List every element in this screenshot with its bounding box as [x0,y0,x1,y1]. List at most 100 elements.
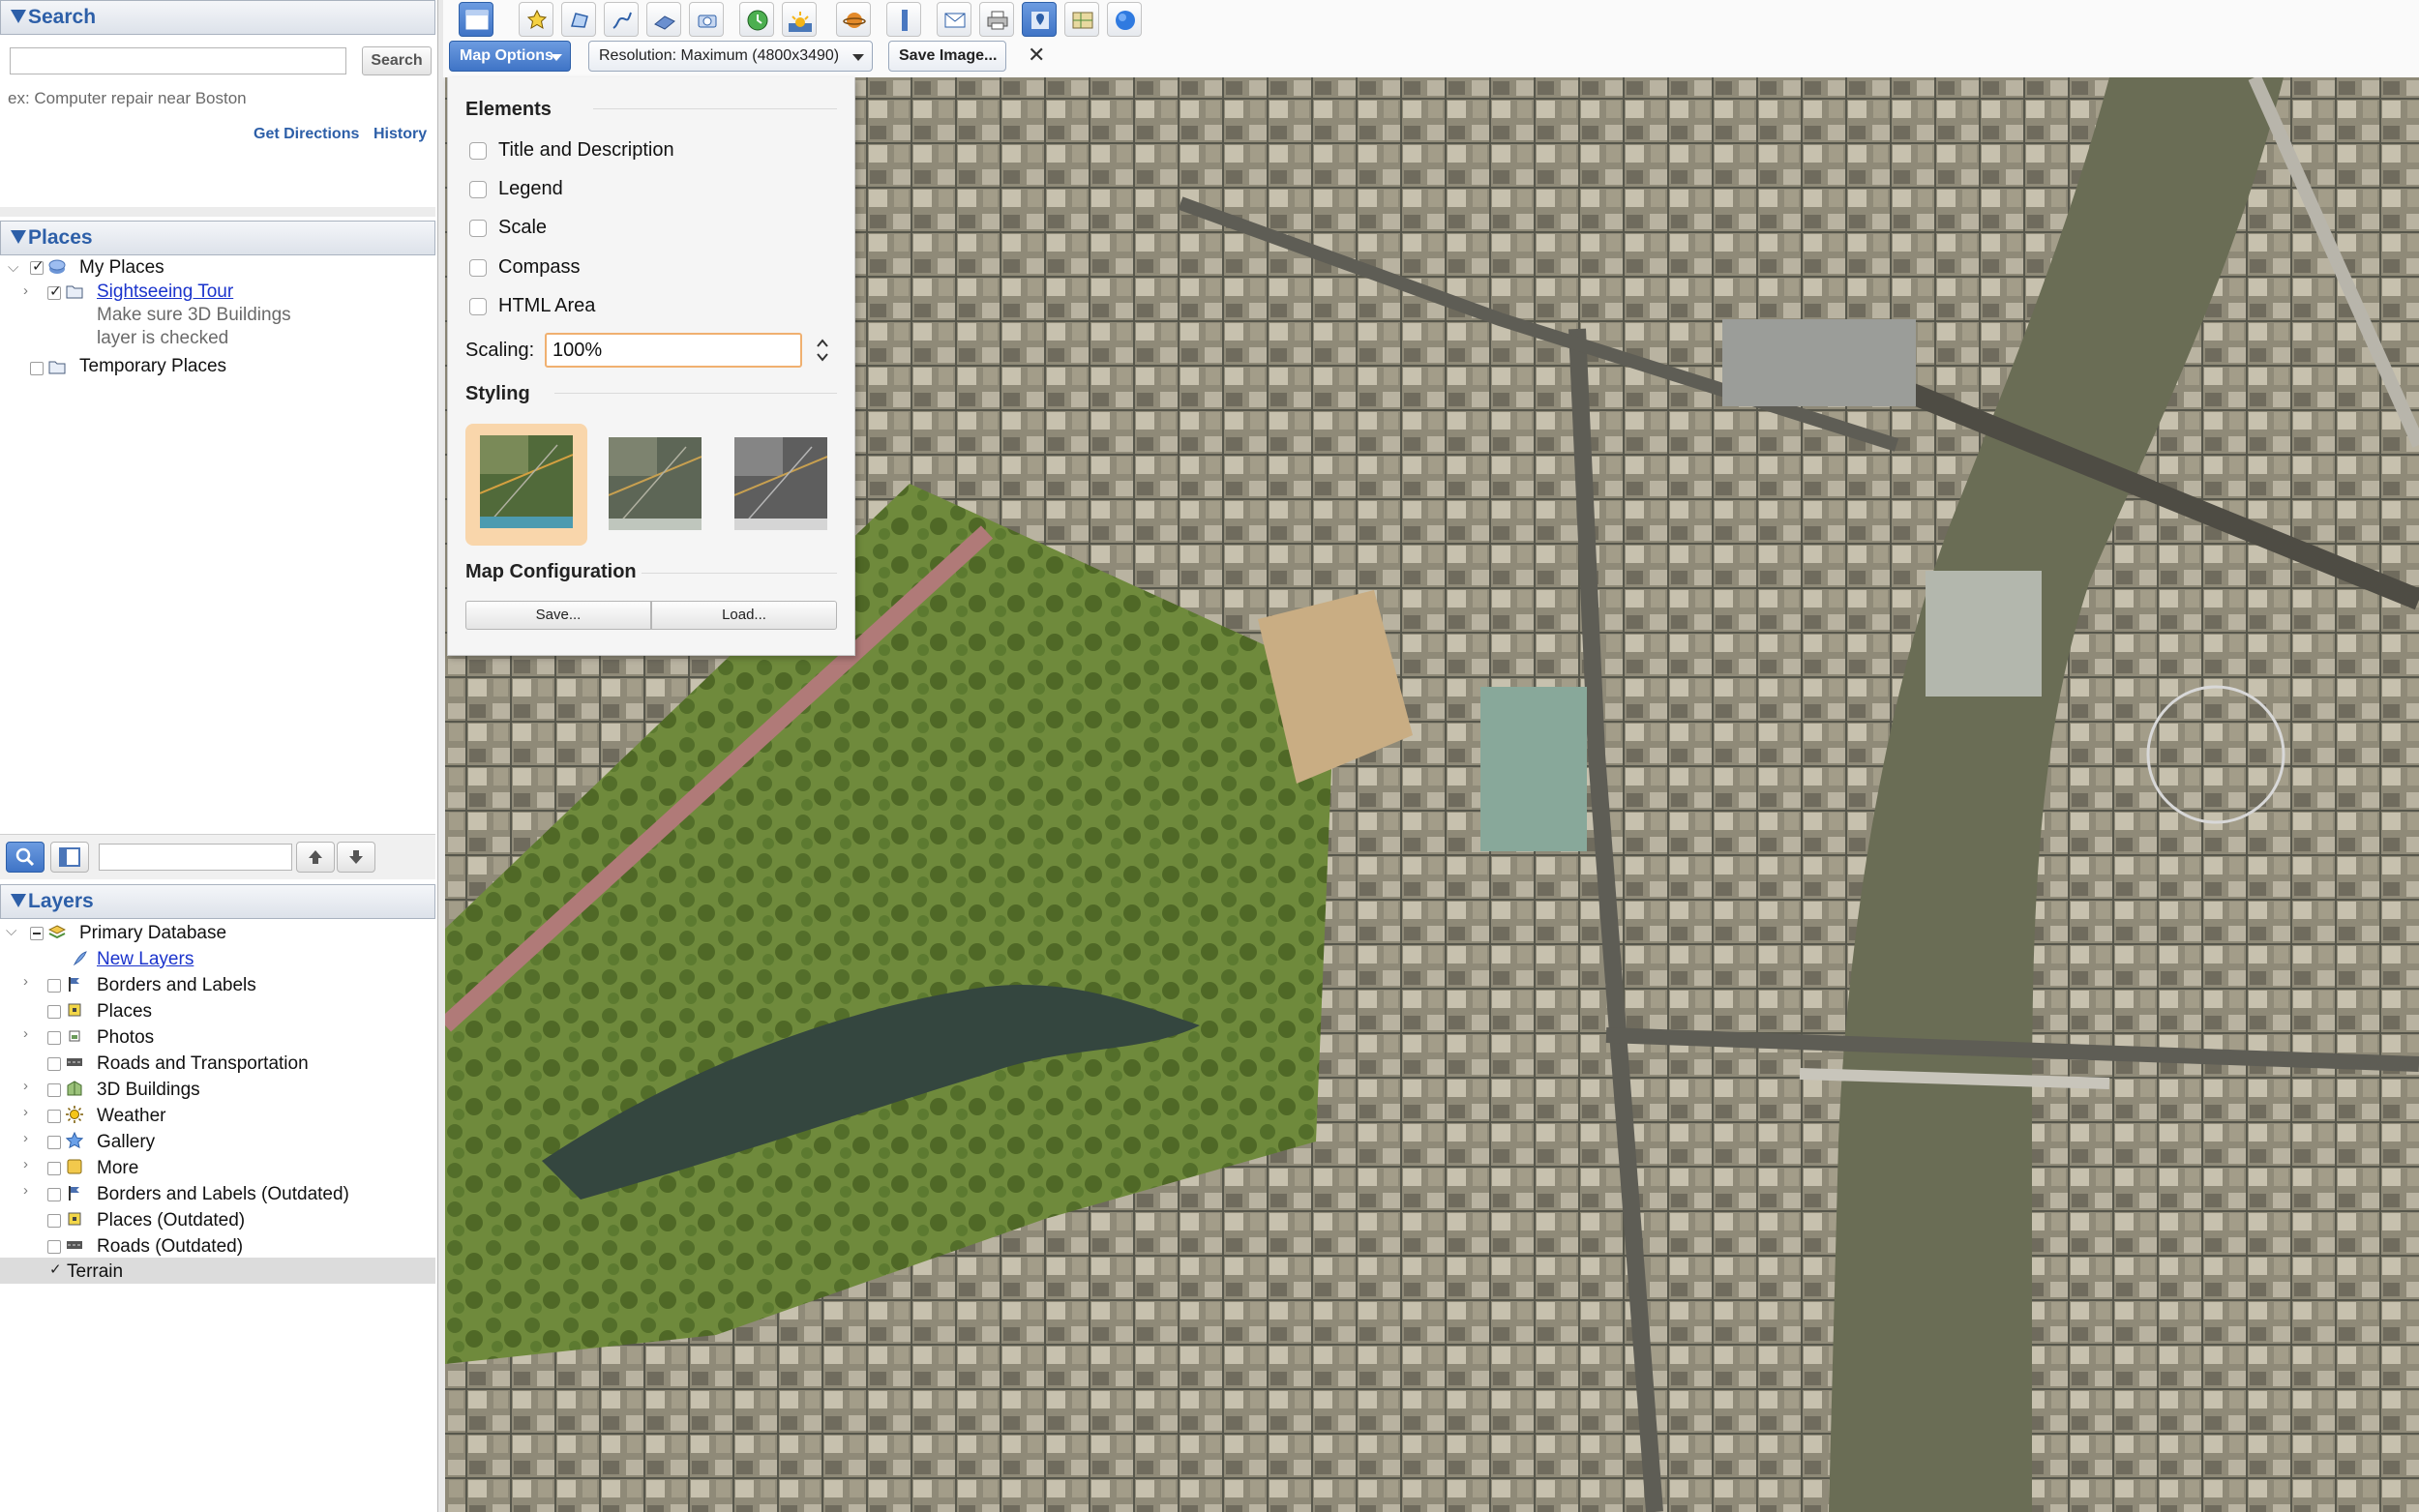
sightseeing-tour-checkbox[interactable] [47,282,62,300]
style-option-selected[interactable] [465,424,587,546]
compass-checkbox[interactable] [469,259,487,277]
places-panel-header[interactable]: Places [0,221,435,255]
layer-places-outdated[interactable]: Places (Outdated) [97,1210,245,1231]
search-places-button[interactable] [6,842,45,873]
scaling-stepper[interactable] [814,335,831,366]
html-area-checkbox[interactable] [469,298,487,315]
add-placemark-button[interactable] [519,2,553,37]
get-directions-link[interactable]: Get Directions [254,126,359,143]
title-description-checkbox[interactable] [469,142,487,160]
layer-checkbox[interactable] [47,1136,61,1149]
collapse-triangle-icon[interactable] [11,230,26,244]
layer-checkbox[interactable] [47,1240,61,1254]
chevron-right-icon[interactable]: › [23,1025,28,1042]
places-filter-input[interactable] [99,844,292,871]
collapse-triangle-icon[interactable] [11,10,26,23]
switch-planet-button[interactable] [836,2,871,37]
legend-checkbox[interactable] [469,181,487,198]
layer-3d-buildings[interactable]: 3D Buildings [97,1080,200,1101]
add-polygon-button[interactable] [561,2,596,37]
earth-gallery-button[interactable] [1107,2,1142,37]
layer-roads[interactable]: Roads and Transportation [97,1053,309,1075]
printer-icon [987,11,1008,30]
move-down-button[interactable] [337,842,375,873]
chevron-right-icon[interactable]: › [23,1078,28,1094]
close-icon[interactable]: ✕ [1028,43,1045,68]
sunlight-button[interactable] [782,2,817,37]
collapse-triangle-icon[interactable] [11,894,26,907]
search-button[interactable]: Search [362,46,432,75]
layer-borders-labels[interactable]: Borders and Labels [97,975,256,996]
grayscale-style-thumbnail[interactable] [734,437,827,530]
layer-roads-outdated[interactable]: Roads (Outdated) [97,1236,243,1258]
historical-imagery-button[interactable] [739,2,774,37]
html-area-label[interactable]: HTML Area [498,295,595,317]
chevron-right-icon[interactable]: › [23,1130,28,1146]
layer-new-layers[interactable]: New Layers [97,949,194,970]
layer-checkbox[interactable] [47,1031,61,1045]
temporary-places-checkbox[interactable] [30,362,44,375]
my-places-label[interactable]: My Places [79,257,164,279]
ruler-button[interactable] [886,2,921,37]
map-options-dropdown[interactable]: Map Options [449,41,571,72]
history-link[interactable]: History [373,126,427,143]
record-tour-button[interactable] [689,2,724,37]
sightseeing-tour-link[interactable]: Sightseeing Tour [97,282,233,303]
add-path-button[interactable] [604,2,639,37]
layer-places[interactable]: Places [97,1001,152,1023]
view-in-maps-button[interactable] [1064,2,1099,37]
layer-checkbox[interactable] [47,1057,61,1071]
layer-terrain[interactable]: Terrain [67,1261,123,1283]
primary-database-checkbox[interactable] [30,927,44,940]
chevron-right-icon[interactable]: › [23,1156,28,1172]
layer-photos[interactable]: Photos [97,1027,154,1049]
layer-gallery[interactable]: Gallery [97,1132,155,1153]
layer-checkbox[interactable] [47,1110,61,1123]
scale-checkbox[interactable] [469,220,487,237]
splitter[interactable] [0,207,435,217]
muted-style-thumbnail[interactable] [609,437,702,530]
search-panel-header[interactable]: Search [0,0,435,35]
load-config-button[interactable]: Load... [651,601,837,630]
chevron-down-icon [852,54,864,61]
layer-borders-labels-outdated[interactable]: Borders and Labels (Outdated) [97,1184,349,1205]
layer-checkbox[interactable] [47,1214,61,1228]
legend-label[interactable]: Legend [498,178,563,200]
sidebar-toggle-button[interactable] [459,2,493,37]
chevron-right-icon[interactable]: › [23,973,28,990]
title-description-label[interactable]: Title and Description [498,139,674,162]
panel-toggle-button[interactable] [50,842,89,873]
layer-more[interactable]: More [97,1158,138,1179]
resolution-dropdown[interactable]: Resolution: Maximum (4800x3490) [588,41,873,72]
save-image-button[interactable]: Save Image... [888,41,1006,72]
layer-primary-database[interactable]: Primary Database [79,923,226,944]
places-header-label: Places [28,226,93,249]
print-button[interactable] [979,2,1014,37]
email-button[interactable] [937,2,971,37]
layer-checkbox[interactable] [47,1083,61,1097]
save-image-mode-button[interactable] [1022,2,1057,37]
compass-label[interactable]: Compass [498,256,580,279]
chevron-right-icon[interactable]: › [23,282,28,299]
save-config-button[interactable]: Save... [465,601,651,630]
layers-panel-header[interactable]: Layers [0,884,435,919]
layer-weather[interactable]: Weather [97,1106,165,1127]
terrain-checkbox[interactable] [47,1260,62,1278]
chevron-down-icon[interactable]: ⌵ [8,259,18,276]
my-places-checkbox[interactable] [30,257,45,275]
folder-icon [48,361,66,374]
layer-checkbox[interactable] [47,1005,61,1019]
ruler-icon [902,10,908,31]
temporary-places-label[interactable]: Temporary Places [79,356,226,377]
chevron-right-icon[interactable]: › [23,1104,28,1120]
search-input[interactable] [10,47,346,74]
layer-checkbox[interactable] [47,1162,61,1175]
scale-label[interactable]: Scale [498,217,547,239]
chevron-right-icon[interactable]: › [23,1182,28,1199]
chevron-down-icon[interactable]: ⌵ [6,923,16,939]
layer-checkbox[interactable] [47,1188,61,1201]
add-image-overlay-button[interactable] [646,2,681,37]
scaling-input[interactable]: 100% [545,333,802,368]
move-up-button[interactable] [296,842,335,873]
layer-checkbox[interactable] [47,979,61,993]
